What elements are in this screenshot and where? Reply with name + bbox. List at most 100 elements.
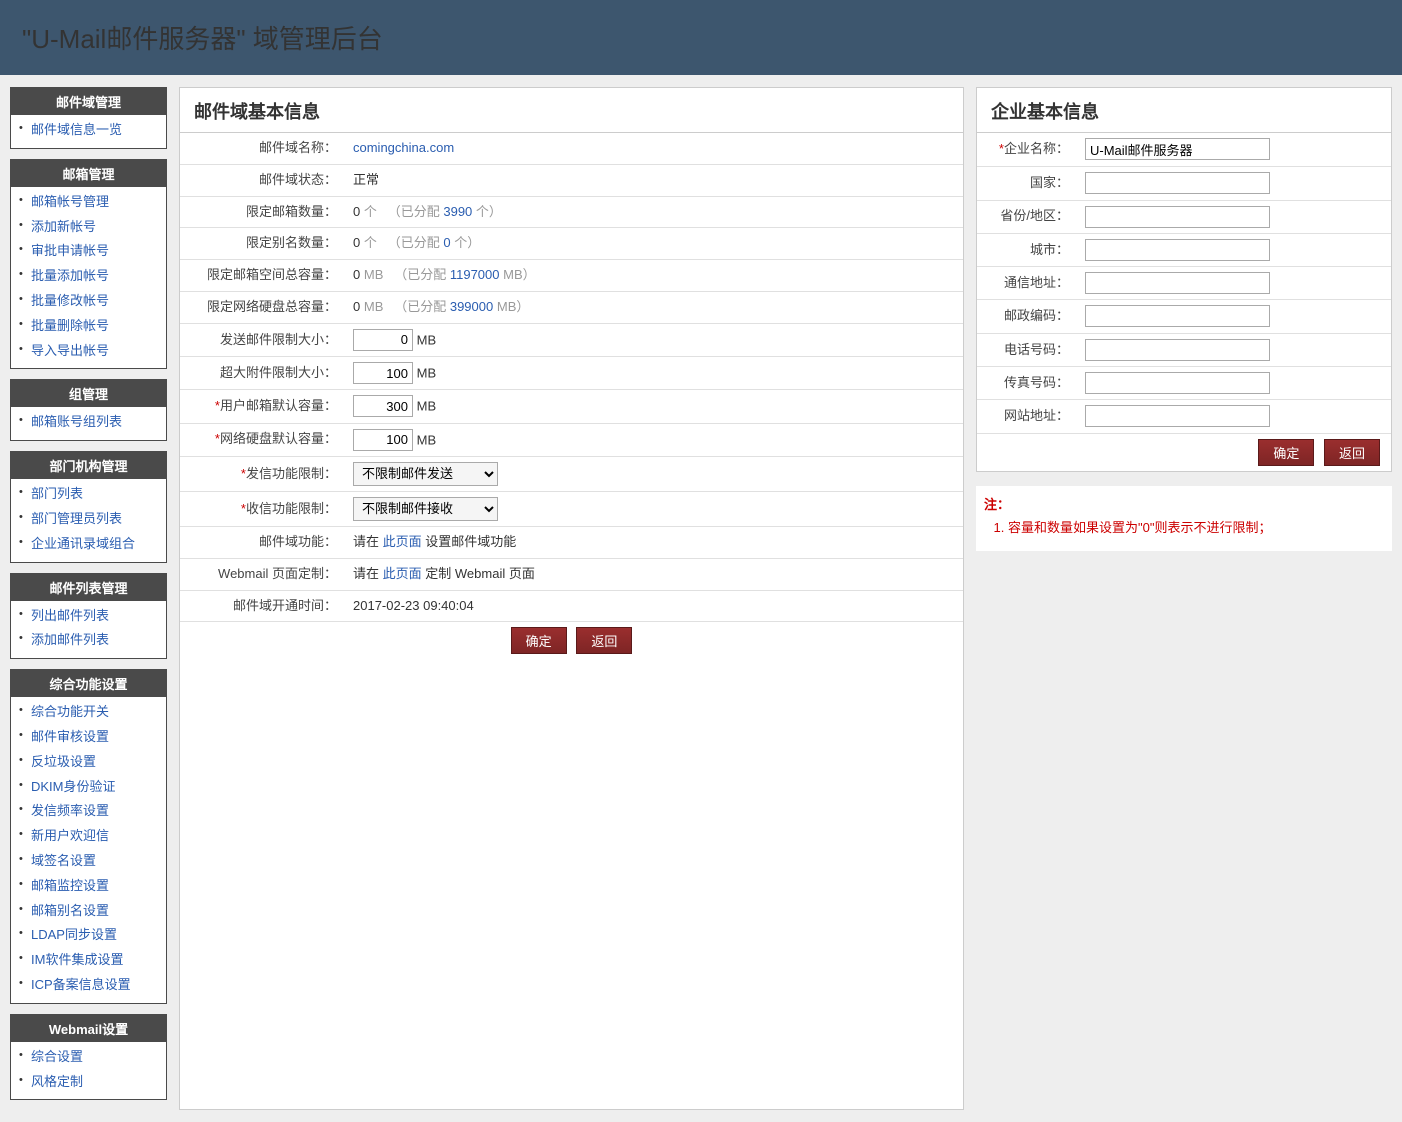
disk-limit-value: 0 MB （已分配 399000 MB） [345, 291, 963, 323]
attach-size-input[interactable] [353, 362, 413, 384]
nav-header: 邮箱管理 [11, 160, 166, 187]
nav-item: 邮箱监控设置 [17, 874, 160, 899]
nav-link[interactable]: 添加邮件列表 [31, 632, 109, 647]
header: "U-Mail邮件服务器" 域管理后台 [0, 0, 1402, 75]
recv-limit-select[interactable]: 不限制邮件接收 [353, 497, 498, 521]
nav-item: DKIM身份验证 [17, 775, 160, 800]
nav-link[interactable]: 邮箱别名设置 [31, 903, 109, 918]
nav-link[interactable]: 邮箱监控设置 [31, 878, 109, 893]
nav-link[interactable]: 部门管理员列表 [31, 511, 122, 526]
nav-item: 风格定制 [17, 1070, 160, 1095]
nav-link[interactable]: 发信频率设置 [31, 803, 109, 818]
nav-item: 企业通讯录域组合 [17, 532, 160, 557]
webmail-custom-link[interactable]: 此页面 [383, 566, 422, 581]
company-name-label: *企业名称： [977, 133, 1077, 167]
domain-status-label: 邮件域状态： [180, 164, 345, 196]
nav-item: 邮件域信息一览 [17, 118, 160, 143]
nav-link[interactable]: 添加新帐号 [31, 219, 96, 234]
postcode-input[interactable] [1085, 305, 1270, 327]
nav-link[interactable]: 综合功能开关 [31, 704, 109, 719]
domain-ok-button[interactable]: 确定 [511, 627, 567, 654]
nav-item: 域签名设置 [17, 849, 160, 874]
country-label: 国家： [977, 167, 1077, 200]
nav-link[interactable]: DKIM身份验证 [31, 779, 116, 794]
note-title: 注： [984, 486, 1384, 517]
company-back-button[interactable]: 返回 [1324, 439, 1380, 466]
nav-link[interactable]: 综合设置 [31, 1049, 83, 1064]
company-panel-title: 企业基本信息 [977, 88, 1391, 133]
sidebar: 邮件域管理邮件域信息一览邮箱管理邮箱帐号管理添加新帐号审批申请帐号批量添加帐号批… [10, 87, 167, 1110]
nav-section: 综合功能设置综合功能开关邮件审核设置反垃圾设置DKIM身份验证发信频率设置新用户… [10, 669, 167, 1004]
nav-item: 邮箱帐号管理 [17, 190, 160, 215]
page-title: "U-Mail邮件服务器" 域管理后台 [22, 19, 383, 56]
nav-section: 部门机构管理部门列表部门管理员列表企业通讯录域组合 [10, 451, 167, 562]
nav-link[interactable]: 新用户欢迎信 [31, 828, 109, 843]
nav-link[interactable]: 域签名设置 [31, 853, 96, 868]
nav-link[interactable]: 批量修改帐号 [31, 293, 109, 308]
nav-link[interactable]: 风格定制 [31, 1074, 83, 1089]
nav-item: IM软件集成设置 [17, 948, 160, 973]
postcode-label: 邮政编码： [977, 300, 1077, 333]
send-limit-label: *发信功能限制： [180, 456, 345, 491]
nav-link[interactable]: 反垃圾设置 [31, 754, 96, 769]
nav-section: 组管理邮箱账号组列表 [10, 379, 167, 441]
nav-link[interactable]: LDAP同步设置 [31, 927, 117, 942]
nav-link[interactable]: 列出邮件列表 [31, 608, 109, 623]
default-disk-input[interactable] [353, 429, 413, 451]
fax-label: 传真号码： [977, 367, 1077, 400]
nav-header: 邮件域管理 [11, 88, 166, 115]
nav-item: 邮箱别名设置 [17, 899, 160, 924]
attach-size-label: 超大附件限制大小： [180, 357, 345, 390]
nav-link[interactable]: 邮件域信息一览 [31, 122, 122, 137]
nav-link[interactable]: 邮箱帐号管理 [31, 194, 109, 209]
country-input[interactable] [1085, 172, 1270, 194]
send-size-label: 发送邮件限制大小： [180, 323, 345, 356]
nav-item: 邮件审核设置 [17, 725, 160, 750]
nav-header: 部门机构管理 [11, 452, 166, 479]
company-info-panel: 企业基本信息 *企业名称： 国家： 省份/地区： 城市： 通信地址： 邮政编码： [976, 87, 1392, 472]
nav-link[interactable]: 邮件审核设置 [31, 729, 109, 744]
city-input[interactable] [1085, 239, 1270, 261]
nav-item: 导入导出帐号 [17, 339, 160, 364]
nav-link[interactable]: 批量添加帐号 [31, 268, 109, 283]
nav-link[interactable]: 审批申请帐号 [31, 243, 109, 258]
send-limit-select[interactable]: 不限制邮件发送 [353, 462, 498, 486]
domain-panel-title: 邮件域基本信息 [180, 88, 963, 133]
recv-limit-label: *收信功能限制： [180, 491, 345, 526]
nav-link[interactable]: 批量删除帐号 [31, 318, 109, 333]
nav-link[interactable]: IM软件集成设置 [31, 952, 123, 967]
mailbox-limit-label: 限定邮箱数量： [180, 196, 345, 228]
nav-header: 邮件列表管理 [11, 574, 166, 601]
send-size-input[interactable] [353, 329, 413, 351]
domain-info-panel: 邮件域基本信息 邮件域名称： comingchina.com 邮件域状态： 正常… [179, 87, 964, 1110]
alias-limit-value: 0 个 （已分配 0 个） [345, 228, 963, 260]
phone-input[interactable] [1085, 339, 1270, 361]
nav-header: 组管理 [11, 380, 166, 407]
province-input[interactable] [1085, 206, 1270, 228]
note-box: 注： 容量和数量如果设置为"0"则表示不进行限制； [976, 486, 1392, 551]
fax-input[interactable] [1085, 372, 1270, 394]
nav-link[interactable]: 导入导出帐号 [31, 343, 109, 358]
nav-item: 批量修改帐号 [17, 289, 160, 314]
default-mailbox-input[interactable] [353, 395, 413, 417]
company-name-input[interactable] [1085, 138, 1270, 160]
nav-item: 列出邮件列表 [17, 604, 160, 629]
domain-func-label: 邮件域功能： [180, 526, 345, 558]
webmail-custom-label: Webmail 页面定制： [180, 558, 345, 590]
nav-item: 添加邮件列表 [17, 628, 160, 653]
domain-func-link[interactable]: 此页面 [383, 534, 422, 549]
company-ok-button[interactable]: 确定 [1258, 439, 1314, 466]
nav-header: Webmail设置 [11, 1015, 166, 1042]
province-label: 省份/地区： [977, 200, 1077, 233]
alias-limit-label: 限定别名数量： [180, 228, 345, 260]
nav-link[interactable]: 企业通讯录域组合 [31, 536, 135, 551]
website-input[interactable] [1085, 405, 1270, 427]
mailbox-limit-value: 0 个 （已分配 3990 个） [345, 196, 963, 228]
nav-link[interactable]: 部门列表 [31, 486, 83, 501]
domain-back-button[interactable]: 返回 [576, 627, 632, 654]
domain-name-label: 邮件域名称： [180, 133, 345, 164]
nav-link[interactable]: 邮箱账号组列表 [31, 414, 122, 429]
address-input[interactable] [1085, 272, 1270, 294]
nav-link[interactable]: ICP备案信息设置 [31, 977, 131, 992]
nav-section: 邮件域管理邮件域信息一览 [10, 87, 167, 149]
